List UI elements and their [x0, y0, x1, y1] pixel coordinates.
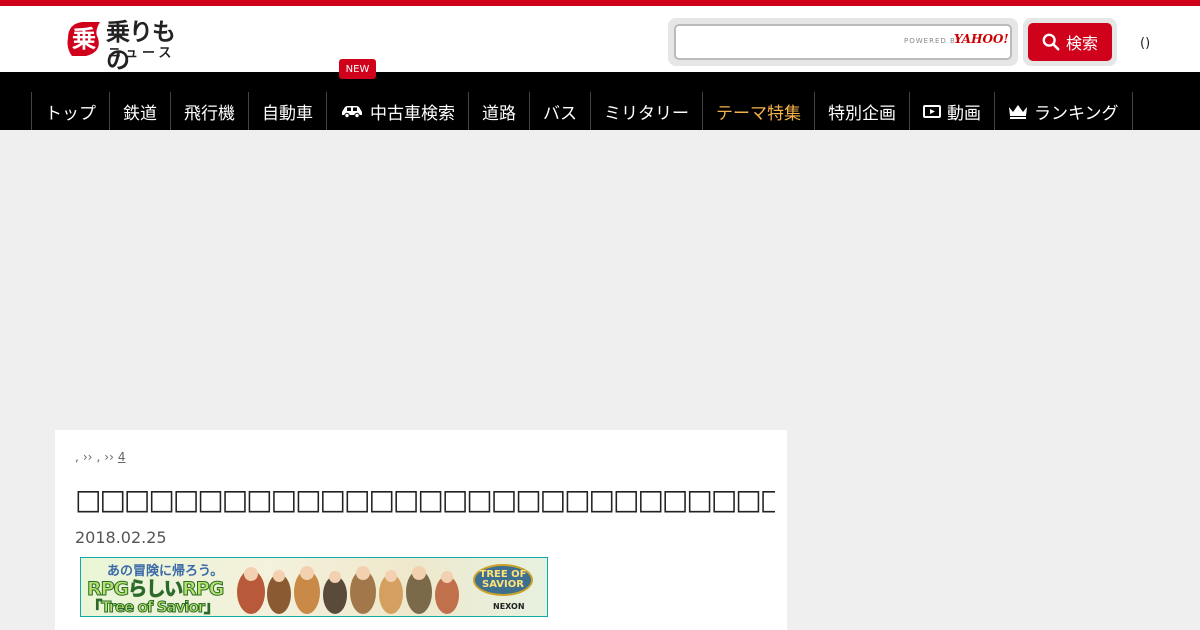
search-button[interactable]: 検索 [1028, 23, 1112, 61]
yahoo-brand: YAHOO! [954, 32, 1009, 46]
video-icon [923, 105, 941, 118]
nav-item-railway[interactable]: 鉄道 [110, 92, 171, 130]
nav-item-label: 鉄道 [123, 103, 157, 124]
nav-item-label: 飛行機 [184, 103, 235, 124]
nav-item-label: 動画 [947, 103, 981, 124]
logo-text-bottom: ニュース [108, 46, 176, 61]
breadcrumb-link[interactable]: 4 [118, 450, 154, 464]
nav-list: トップ 鉄道 飛行機 自動車 中古車検索 道路 バス ミリタリー テーマ特集 特… [31, 92, 1133, 130]
nav-item-label: バス [543, 103, 577, 124]
car-icon [342, 106, 362, 118]
nav-item-label: テーマ特集 [716, 103, 801, 124]
ad-banner-game-logo: TREE OF SAVIOR [473, 564, 533, 596]
nav-item-ranking[interactable]: ランキング [995, 92, 1133, 130]
powered-by-label: POWERED BY [904, 37, 961, 45]
logo-mark-icon: 乗 [67, 22, 100, 56]
site-header: 乗 乗りもの ニュース POWERED BY YAHOO! 検索 () [0, 6, 1200, 74]
breadcrumb-separator: , [96, 450, 101, 464]
search-box: POWERED BY YAHOO! [668, 18, 1018, 66]
breadcrumb: , ›› , ›› 4 [75, 450, 154, 464]
nav-item-theme-feature[interactable]: テーマ特集 [703, 92, 815, 130]
nav-item-top[interactable]: トップ [32, 92, 110, 130]
svg-text:乗: 乗 [72, 25, 96, 53]
article-card: , ›› , ›› 4 □□□□□□□□□□□□□□□□□□□□□□□□□□□□… [55, 430, 787, 630]
breadcrumb-separator: ›› [104, 450, 114, 464]
ad-banner-publisher: NEXON [493, 602, 525, 611]
article-title: □□□□□□□□□□□□□□□□□□□□□□□□□□□□□□□□□□□4□□□□… [75, 483, 775, 516]
nav-item-label: 自動車 [262, 103, 313, 124]
search-icon [1042, 33, 1060, 51]
breadcrumb-separator: , [75, 450, 79, 464]
nav-item-roads[interactable]: 道路 [469, 92, 530, 130]
nav-item-aircraft[interactable]: 飛行機 [171, 92, 249, 130]
site-logo[interactable]: 乗 乗りもの ニュース [64, 18, 194, 74]
search-button-label: 検索 [1065, 34, 1098, 53]
nav-item-automobile[interactable]: 自動車 [249, 92, 327, 130]
nav-item-label: ミリタリー [604, 103, 689, 124]
nav-item-used-car-search[interactable]: 中古車検索 [327, 92, 469, 130]
breadcrumb-separator: ›› [82, 450, 93, 464]
nav-item-special[interactable]: 特別企画 [815, 92, 910, 130]
header-parens: () [1140, 36, 1151, 51]
new-badge: NEW [339, 59, 376, 79]
ad-banner-characters-image [237, 566, 459, 614]
ad-banner[interactable]: あの冒険に帰ろう。 RPGらしいRPG 「Tree of Savior」 TRE… [80, 557, 548, 617]
nav-item-label: 特別企画 [828, 103, 896, 124]
nav-item-bus[interactable]: バス [530, 92, 591, 130]
nav-item-military[interactable]: ミリタリー [591, 92, 703, 130]
nav-item-label: トップ [45, 103, 96, 124]
nav-item-label: 道路 [482, 103, 516, 124]
ad-banner-game-title: 「Tree of Savior」 [86, 598, 219, 617]
nav-item-label: 中古車検索 [370, 103, 455, 124]
search-button-frame: 検索 [1023, 18, 1117, 66]
article-date: 2018.02.25 [75, 528, 167, 547]
main-nav: トップ 鉄道 飛行機 自動車 中古車検索 道路 バス ミリタリー テーマ特集 特… [0, 72, 1200, 130]
nav-item-video[interactable]: 動画 [910, 92, 995, 130]
crown-icon [1009, 105, 1027, 119]
nav-item-label: ランキング [1034, 103, 1119, 124]
